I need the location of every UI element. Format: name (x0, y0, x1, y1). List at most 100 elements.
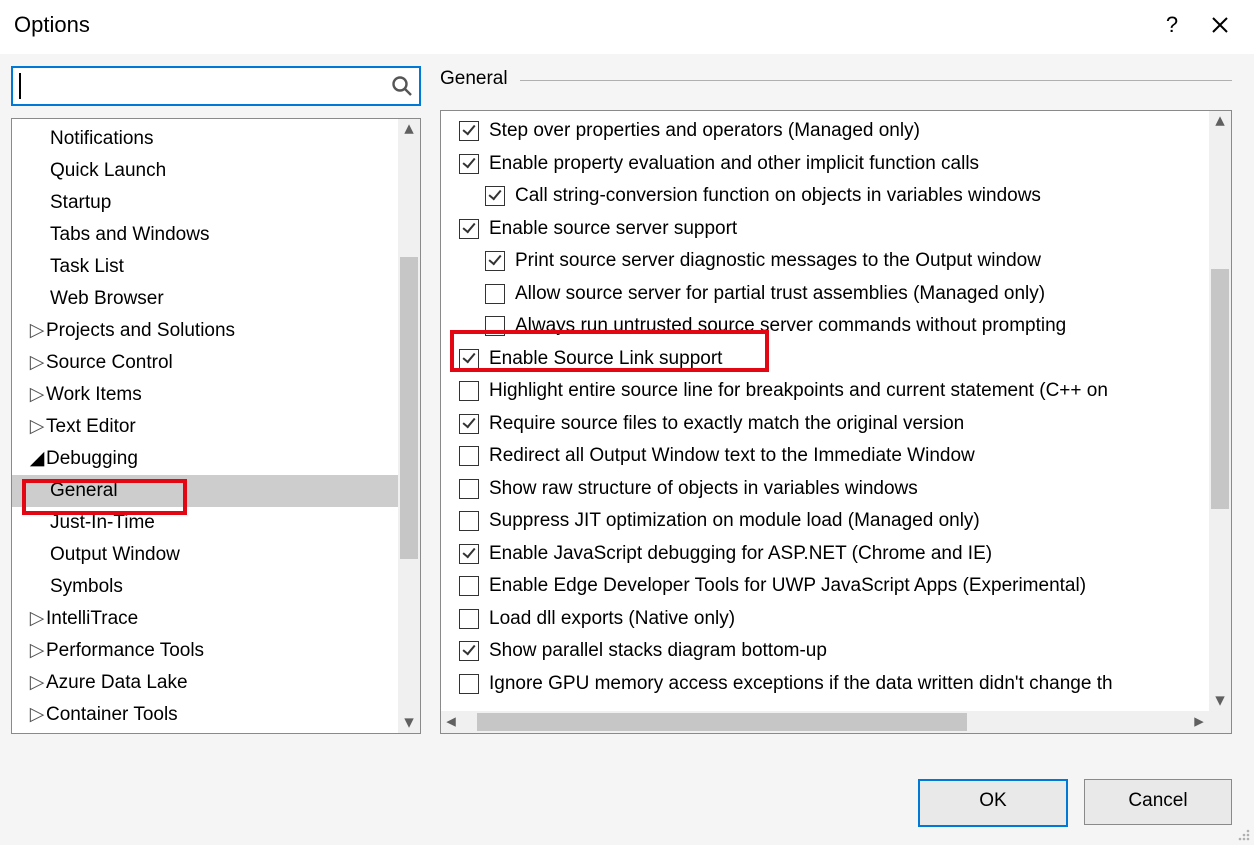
checkbox[interactable] (459, 609, 479, 629)
tree-item-label: Work Items (46, 384, 142, 405)
expander-expanded-icon[interactable]: ◢ (28, 443, 46, 475)
tree-item[interactable]: Startup (12, 187, 398, 219)
option-row: Always run untrusted source server comma… (441, 310, 1209, 343)
tree-item-label: General (50, 480, 118, 501)
tree-item-label: Container Tools (46, 704, 178, 725)
options-h-scrollbar[interactable]: ◂ ▸ (441, 711, 1209, 733)
option-row: Suppress JIT optimization on module load… (441, 505, 1209, 538)
option-label: Allow source server for partial trust as… (515, 278, 1045, 311)
expander-collapsed-icon[interactable]: ▷ (28, 379, 46, 411)
expander-collapsed-icon[interactable]: ▷ (28, 347, 46, 379)
tree-item[interactable]: Just-In-Time (12, 507, 398, 539)
scroll-right-icon[interactable]: ▸ (1189, 711, 1209, 733)
resize-grip-icon[interactable] (1234, 825, 1252, 843)
tree-item[interactable]: ▷Source Control (12, 347, 398, 379)
checkbox[interactable] (459, 479, 479, 499)
option-label: Step over properties and operators (Mana… (489, 115, 920, 148)
expander-collapsed-icon[interactable]: ▷ (28, 667, 46, 699)
option-row: Load dll exports (Native only) (441, 603, 1209, 636)
section-header: General (440, 68, 1232, 90)
tree-item[interactable]: ▷Container Tools (12, 699, 398, 731)
tree-item[interactable]: Symbols (12, 571, 398, 603)
checkbox[interactable] (485, 251, 505, 271)
expander-collapsed-icon[interactable]: ▷ (28, 315, 46, 347)
scroll-up-icon[interactable]: ▴ (398, 119, 420, 139)
tree-scrollbar[interactable]: ▴ ▾ (398, 119, 420, 733)
option-label: Ignore GPU memory access exceptions if t… (489, 668, 1113, 701)
expander-collapsed-icon[interactable]: ▷ (28, 699, 46, 731)
tree-item-label: Symbols (50, 576, 123, 597)
tree-item[interactable]: ▷Projects and Solutions (12, 315, 398, 347)
option-label: Print source server diagnostic messages … (515, 245, 1041, 278)
option-row: Print source server diagnostic messages … (441, 245, 1209, 278)
dialog-buttons: OK Cancel (918, 779, 1232, 827)
scroll-down-icon[interactable]: ▾ (398, 713, 420, 733)
tree-item[interactable]: Task List (12, 251, 398, 283)
checkbox[interactable] (459, 219, 479, 239)
tree-item[interactable]: ◢Debugging (12, 443, 398, 475)
expander-collapsed-icon[interactable]: ▷ (28, 635, 46, 667)
tree-item[interactable]: ▷IntelliTrace (12, 603, 398, 635)
scroll-thumb[interactable] (1211, 269, 1229, 509)
cancel-button[interactable]: Cancel (1084, 779, 1232, 825)
checkbox[interactable] (459, 511, 479, 531)
expander-collapsed-icon[interactable]: ▷ (28, 603, 46, 635)
tree-item[interactable]: ▷Azure Data Lake (12, 667, 398, 699)
checkbox[interactable] (459, 121, 479, 141)
option-label: Suppress JIT optimization on module load… (489, 505, 980, 538)
tree-item[interactable]: ▷Performance Tools (12, 635, 398, 667)
expander-collapsed-icon[interactable]: ▷ (28, 411, 46, 443)
scroll-up-icon[interactable]: ▴ (1209, 111, 1231, 131)
tree-item-label: IntelliTrace (46, 608, 138, 629)
dialog-body: General NotificationsQuick LaunchStartup… (0, 54, 1254, 845)
tree-item[interactable]: ▷Text Editor (12, 411, 398, 443)
checkbox[interactable] (485, 284, 505, 304)
tree-item[interactable]: General (12, 475, 398, 507)
search-input[interactable] (11, 66, 421, 106)
category-tree: NotificationsQuick LaunchStartupTabs and… (11, 118, 421, 734)
option-row: Enable property evaluation and other imp… (441, 148, 1209, 181)
option-row: Enable Edge Developer Tools for UWP Java… (441, 570, 1209, 603)
checkbox[interactable] (459, 446, 479, 466)
checkbox[interactable] (459, 544, 479, 564)
option-label: Highlight entire source line for breakpo… (489, 375, 1108, 408)
ok-button[interactable]: OK (918, 779, 1068, 827)
option-label: Enable source server support (489, 213, 737, 246)
checkbox[interactable] (459, 576, 479, 596)
option-row: Show raw structure of objects in variabl… (441, 473, 1209, 506)
scroll-left-icon[interactable]: ◂ (441, 711, 461, 733)
checkbox[interactable] (459, 641, 479, 661)
section-title: General (440, 68, 508, 90)
tree-item[interactable]: Output Window (12, 539, 398, 571)
checkbox[interactable] (459, 381, 479, 401)
tree-item[interactable]: ▷Work Items (12, 379, 398, 411)
option-label: Enable property evaluation and other imp… (489, 148, 979, 181)
tree-item-label: Task List (50, 256, 124, 277)
help-button[interactable]: ? (1148, 12, 1196, 38)
checkbox[interactable] (485, 186, 505, 206)
scroll-thumb[interactable] (477, 713, 967, 731)
search-icon (385, 75, 419, 97)
checkbox[interactable] (485, 316, 505, 336)
tree-item-label: Just-In-Time (50, 512, 155, 533)
tree-item[interactable]: Notifications (12, 123, 398, 155)
close-icon (1196, 16, 1244, 34)
options-list: Step over properties and operators (Mana… (441, 111, 1209, 711)
dialog-title: Options (14, 12, 1148, 38)
tree-item[interactable]: Quick Launch (12, 155, 398, 187)
tree-item[interactable]: Web Browser (12, 283, 398, 315)
option-label: Enable Edge Developer Tools for UWP Java… (489, 570, 1086, 603)
titlebar: Options ? (0, 0, 1254, 50)
scroll-thumb[interactable] (400, 257, 418, 559)
checkbox[interactable] (459, 414, 479, 434)
close-button[interactable] (1196, 16, 1244, 34)
scroll-down-icon[interactable]: ▾ (1209, 691, 1231, 711)
option-label: Enable Source Link support (489, 343, 722, 376)
options-v-scrollbar[interactable]: ▴ ▾ (1209, 111, 1231, 711)
checkbox[interactable] (459, 349, 479, 369)
tree-item[interactable]: Tabs and Windows (12, 219, 398, 251)
checkbox[interactable] (459, 674, 479, 694)
checkbox[interactable] (459, 154, 479, 174)
option-row: Ignore GPU memory access exceptions if t… (441, 668, 1209, 701)
tree-item-label: Performance Tools (46, 640, 204, 661)
